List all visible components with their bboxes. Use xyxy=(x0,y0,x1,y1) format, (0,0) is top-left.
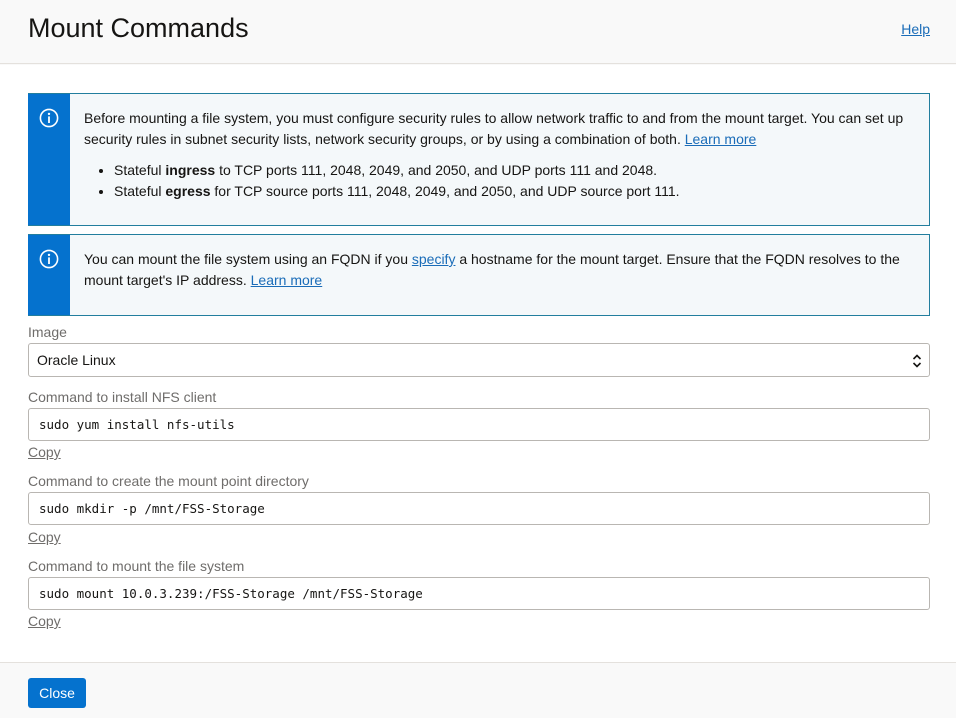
notice-text-body: You can mount the file system using an F… xyxy=(84,251,412,267)
notice-content: You can mount the file system using an F… xyxy=(84,249,915,291)
page-title: Mount Commands xyxy=(28,13,249,43)
copy-mkdir-command-link[interactable]: Copy xyxy=(28,529,61,545)
notice-accent-bar xyxy=(28,235,70,315)
learn-more-link[interactable]: Learn more xyxy=(685,131,757,147)
mkdir-command-field[interactable]: sudo mkdir -p /mnt/FSS-Storage xyxy=(28,492,930,525)
mount-command-field[interactable]: sudo mount 10.0.3.239:/FSS-Storage /mnt/… xyxy=(28,577,930,610)
ports-list: Stateful ingress to TCP ports 111, 2048,… xyxy=(84,160,915,202)
bullet-text: Stateful xyxy=(114,183,166,199)
notice-content: Before mounting a file system, you must … xyxy=(84,108,915,202)
install-command-field[interactable]: sudo yum install nfs-utils xyxy=(28,408,930,441)
mount-command-label: Command to mount the file system xyxy=(28,558,245,574)
specify-link[interactable]: specify xyxy=(412,251,456,267)
dialog-body: Before mounting a file system, you must … xyxy=(0,65,956,662)
security-rules-notice: Before mounting a file system, you must … xyxy=(28,93,930,226)
install-command-label: Command to install NFS client xyxy=(28,389,217,405)
help-link[interactable]: Help xyxy=(901,21,930,37)
image-select-value: Oracle Linux xyxy=(37,352,116,368)
notice-accent-bar xyxy=(28,94,70,225)
dialog-header: Mount Commands Help xyxy=(0,0,956,64)
info-icon xyxy=(39,249,59,269)
bullet-emphasis: egress xyxy=(165,183,211,199)
notice-text: You can mount the file system using an F… xyxy=(84,249,915,291)
image-label: Image xyxy=(28,324,67,340)
learn-more-link[interactable]: Learn more xyxy=(251,272,323,288)
bullet-text: to TCP ports 111, 2048, 2049, and 2050, … xyxy=(215,162,658,178)
notice-text: Before mounting a file system, you must … xyxy=(84,108,915,150)
dialog-footer: Close xyxy=(0,662,956,718)
info-icon xyxy=(39,108,59,128)
image-select[interactable]: Oracle Linux xyxy=(28,343,930,377)
chevron-up-down-icon xyxy=(912,354,922,368)
copy-mount-command-link[interactable]: Copy xyxy=(28,613,61,629)
fqdn-notice: You can mount the file system using an F… xyxy=(28,234,930,316)
bullet-text: Stateful xyxy=(114,162,166,178)
notice-text-body: Before mounting a file system, you must … xyxy=(84,110,904,147)
copy-install-command-link[interactable]: Copy xyxy=(28,444,61,460)
list-item: Stateful ingress to TCP ports 111, 2048,… xyxy=(114,160,915,181)
bullet-text: for TCP source ports 111, 2048, 2049, an… xyxy=(210,183,680,199)
mkdir-command-label: Command to create the mount point direct… xyxy=(28,473,309,489)
close-button[interactable]: Close xyxy=(28,678,86,708)
list-item: Stateful egress for TCP source ports 111… xyxy=(114,181,915,202)
bullet-emphasis: ingress xyxy=(165,162,216,178)
